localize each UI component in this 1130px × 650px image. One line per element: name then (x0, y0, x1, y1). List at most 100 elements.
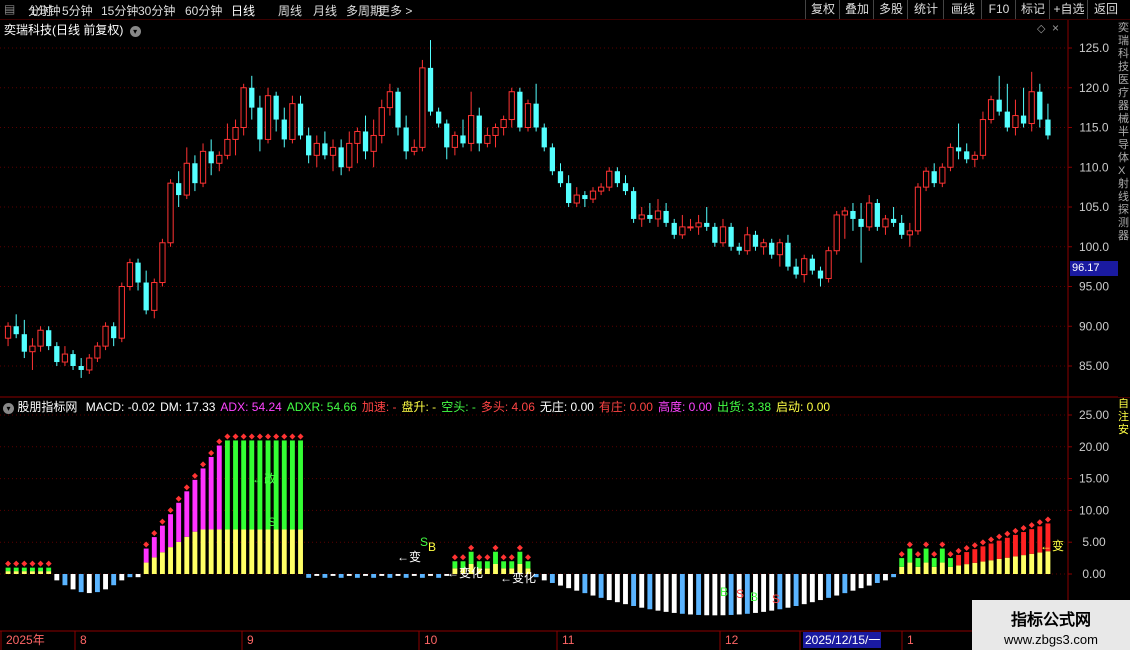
candle-body (1004, 111, 1010, 128)
indicator-bar-main (907, 548, 913, 563)
indicator-tick-label: 20.00 (1079, 440, 1109, 454)
indicator-bar-main (151, 537, 157, 558)
indicator-diamond-marker (208, 449, 215, 456)
indicator-diamond-marker (37, 560, 44, 567)
indicator-bar-negative (54, 574, 60, 581)
indicator-bar-negative (883, 574, 888, 581)
indicator-bar-yellow (192, 531, 198, 574)
indicator-bar-main (948, 558, 953, 567)
price-tick-label: 120.0 (1079, 81, 1109, 95)
candle-body (647, 214, 653, 219)
indicator-bar-yellow (233, 529, 238, 574)
candle-body (549, 147, 556, 172)
date-label: 12 (725, 633, 739, 647)
indicator-bar-negative (728, 574, 734, 615)
indicator-bar-negative (866, 574, 872, 586)
indicator-bar-main (1013, 534, 1018, 557)
signal-annotation: S (736, 587, 745, 601)
indicator-bar-yellow (996, 558, 1002, 574)
candle-body (833, 214, 840, 252)
indicator-bar-yellow (289, 529, 295, 574)
indicator-bar-negative (558, 574, 563, 586)
indicator-bar-main (501, 561, 507, 569)
stock-title[interactable]: 奕瑞科技(日线 前复权) ▾ (4, 21, 141, 38)
indicator-value-8: 无庄: 0.00 (539, 400, 594, 414)
indicator-bar-yellow (1045, 551, 1051, 574)
indicator-bar-main (200, 468, 206, 530)
candle-body (654, 210, 662, 220)
indicator-bar-main (168, 514, 173, 548)
indicator-bar-negative (785, 574, 791, 608)
indicator-diamond-marker (476, 554, 483, 561)
price-tick-label: 110.0 (1079, 160, 1108, 174)
indicator-bar-negative (306, 574, 312, 578)
indicator-bar-main (216, 445, 222, 530)
indicator-bar-negative (103, 574, 108, 590)
indicator-diamond-marker (232, 433, 239, 440)
indicator-diamond-marker (914, 551, 921, 558)
date-label: 11 (562, 633, 575, 647)
candle-body (809, 258, 815, 271)
indicator-bar-negative (663, 574, 669, 612)
indicator-bar-main (13, 567, 19, 572)
indicator-bar-main (233, 440, 238, 530)
candle-body (719, 226, 727, 244)
indicator-diamond-marker (256, 433, 263, 440)
candle-body (557, 171, 564, 184)
indicator-bar-yellow (208, 529, 214, 574)
indicator-bar-yellow (484, 568, 490, 574)
candle-body (1020, 115, 1027, 124)
indicator-diamond-marker (516, 544, 523, 551)
candle-body (70, 354, 76, 366)
current-price-tag: 96.17 (1070, 261, 1120, 276)
price-axis: 125.0 120.0 115.0 110.0 105.0 100.0 95.00 90.00… (1068, 41, 1109, 373)
signal-annotation: S (420, 535, 429, 549)
indicator-bar-main (915, 558, 921, 567)
indicator-bar-negative (801, 574, 807, 605)
candle-body (858, 218, 864, 227)
indicator-bar-main (5, 567, 11, 572)
right-info-strip-lower[interactable]: 自注安 (1118, 398, 1130, 628)
indicator-tick-label: 15.00 (1079, 472, 1109, 486)
indicator-diamond-marker (224, 433, 231, 440)
candle-body (671, 222, 677, 235)
candle-body (476, 115, 482, 144)
candle-body (752, 234, 759, 247)
indicator-bar-main (956, 554, 962, 566)
candle-body (1012, 115, 1019, 128)
signal-annotation: S (772, 592, 781, 606)
indicator-bar-negative (566, 574, 572, 589)
indicator-bar-negative (631, 574, 637, 607)
indicator-bar-yellow (241, 529, 247, 574)
close-icon[interactable]: × (1052, 21, 1059, 35)
chevron-down-icon[interactable]: ▾ (129, 26, 141, 37)
right-info-strip[interactable]: 奕瑞科技医疗器械半导体X射线探测器 (1118, 22, 1130, 397)
candle-body (947, 146, 954, 168)
candle-body (167, 182, 174, 244)
date-axis: 2025年 8 9 10 11 12 2025/12/15/一 1 (0, 631, 914, 650)
indicator-bar-yellow (923, 562, 929, 574)
candle-body (728, 226, 734, 247)
indicator-bar-yellow (184, 536, 190, 574)
candle-body (769, 242, 775, 255)
candle-body (4, 325, 12, 339)
indicator-bar-negative (111, 574, 117, 586)
diamond-icon[interactable]: ◇ (1037, 22, 1045, 35)
indicator-diamond-marker (468, 544, 475, 551)
signal-annotation: S (268, 515, 277, 529)
indicator-bars (5, 433, 1051, 616)
indicator-bar-yellow (899, 566, 905, 574)
indicator-bar-negative (712, 574, 718, 616)
settings-circle-icon[interactable]: ▾ (3, 403, 14, 414)
indicator-value-10: 高度: 0.00 (657, 400, 712, 414)
indicator-bar-yellow (216, 529, 222, 574)
indicator-bar-yellow (956, 565, 962, 574)
candle-body (589, 190, 597, 200)
chart-canvas[interactable]: 125.0120.0115.0110.0105.0100.095.0090.00… (0, 0, 1130, 650)
indicator-bar-yellow (38, 571, 43, 574)
indicator-bar-yellow (915, 566, 921, 574)
indicator-bar-negative (436, 574, 442, 578)
candle-body (151, 282, 158, 311)
indicator-diamond-marker (1004, 530, 1011, 537)
indicator-bar-negative (623, 574, 628, 605)
